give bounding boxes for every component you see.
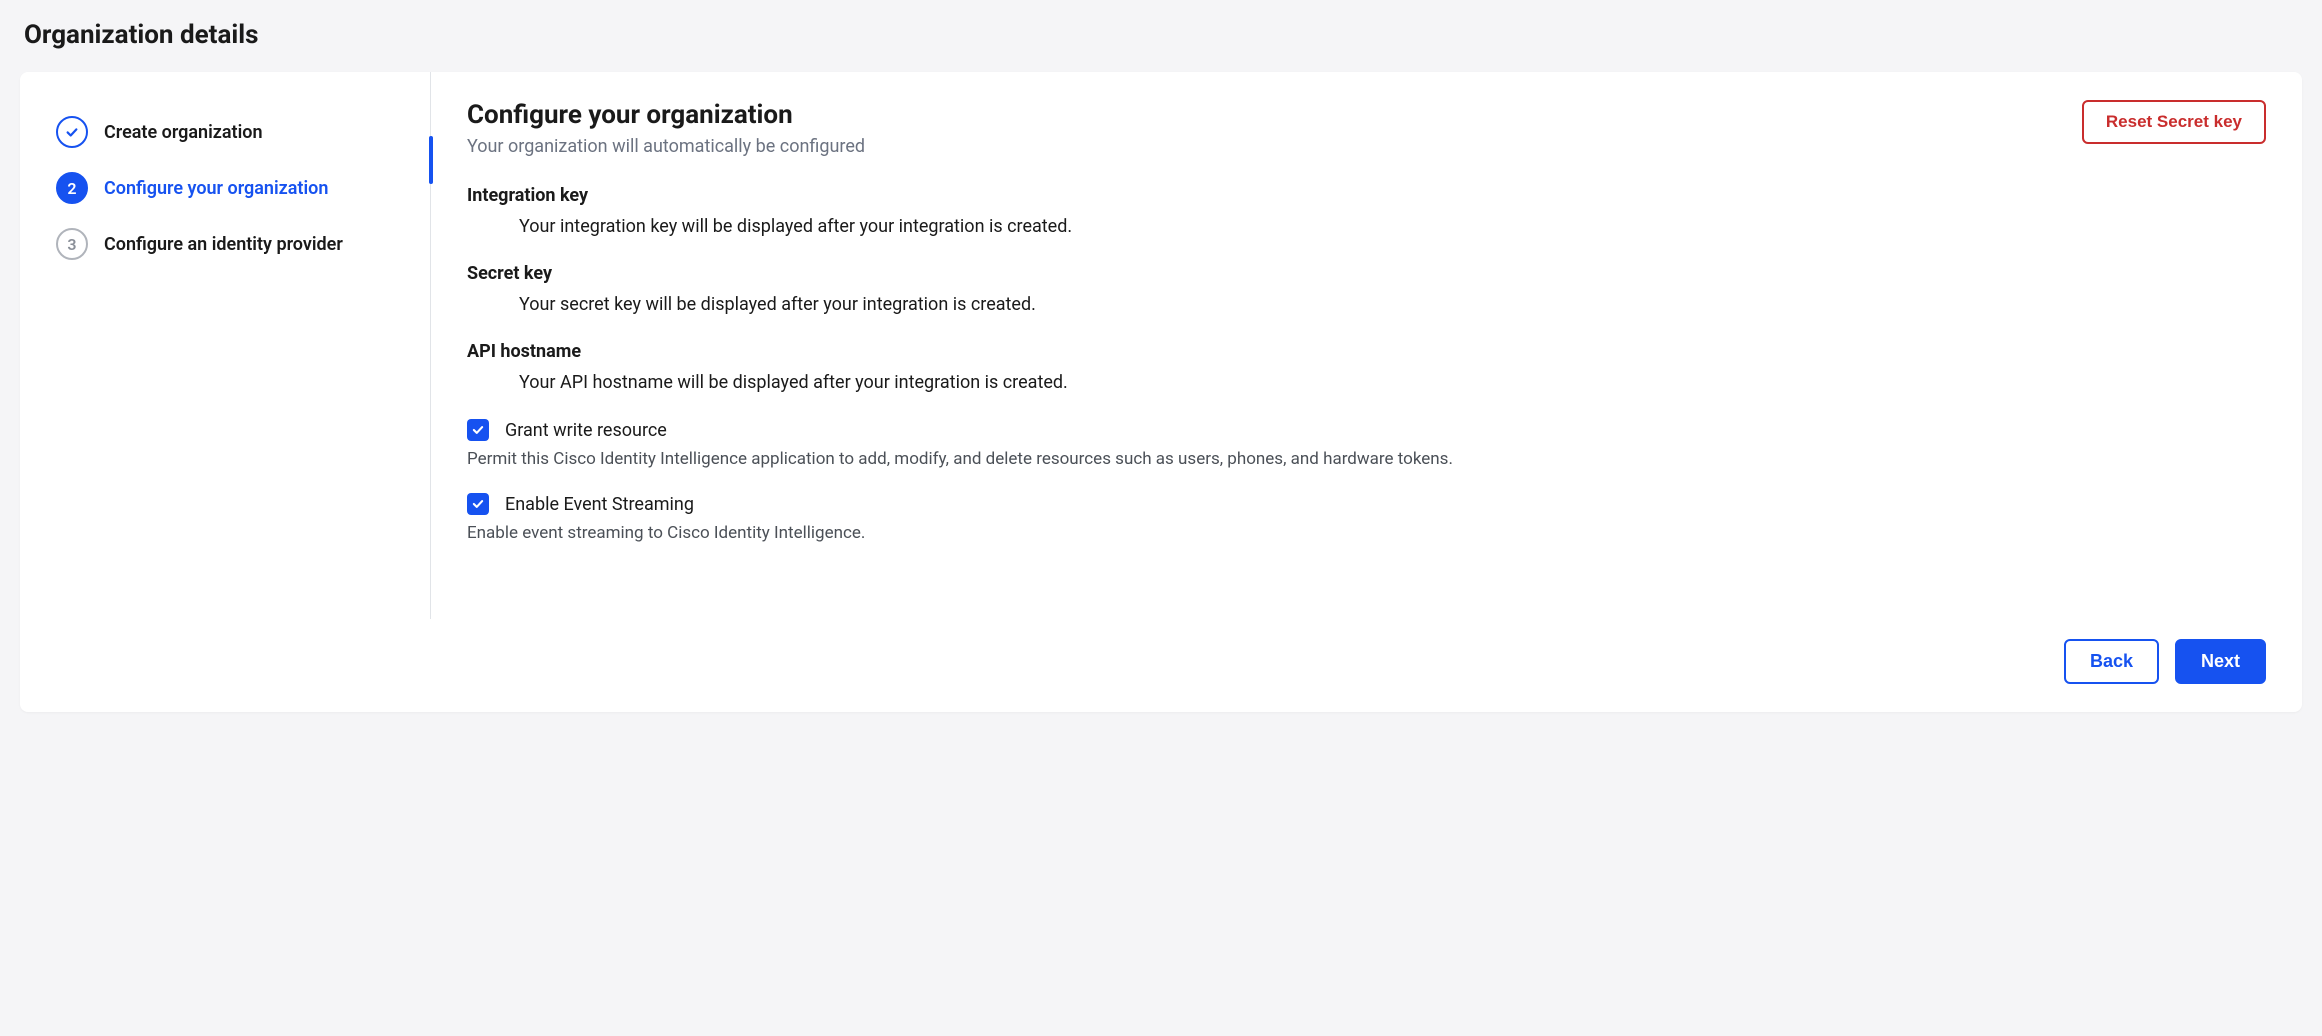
checkbox-grant-write-resource: Grant write resource Permit this Cisco I… [467,419,2266,469]
active-step-indicator [429,136,433,184]
field-integration-key: Integration key Your integration key wil… [467,185,2266,237]
checkbox-row: Grant write resource [467,419,2266,441]
checkbox-label: Enable Event Streaming [505,494,694,515]
card-body: Create organization 2 Configure your org… [20,72,2302,619]
step-label: Configure an identity provider [104,234,343,255]
field-label: Integration key [467,185,2266,206]
checkbox-description: Enable event streaming to Cisco Identity… [467,523,2266,543]
step-label: Configure your organization [104,178,328,199]
page-title: Organization details [20,20,2302,50]
field-label: API hostname [467,341,2266,362]
field-value: Your API hostname will be displayed afte… [467,372,2266,393]
field-secret-key: Secret key Your secret key will be displ… [467,263,2266,315]
main-subtitle: Your organization will automatically be … [467,136,865,157]
checkbox-input[interactable] [467,493,489,515]
step-number-badge: 3 [56,228,88,260]
reset-secret-key-button[interactable]: Reset Secret key [2082,100,2266,144]
step-configure-identity-provider[interactable]: 3 Configure an identity provider [56,216,406,272]
main-title: Configure your organization [467,100,865,130]
step-label: Create organization [104,122,263,143]
wizard-footer: Back Next [20,619,2302,712]
field-label: Secret key [467,263,2266,284]
main-header-text: Configure your organization Your organiz… [467,100,865,157]
checkbox-input[interactable] [467,419,489,441]
checkbox-enable-event-streaming: Enable Event Streaming Enable event stre… [467,493,2266,543]
checkbox-row: Enable Event Streaming [467,493,2266,515]
checkbox-description: Permit this Cisco Identity Intelligence … [467,449,2266,469]
field-value: Your integration key will be displayed a… [467,216,2266,237]
main-panel: Configure your organization Your organiz… [430,72,2302,619]
step-create-organization[interactable]: Create organization [56,104,406,160]
wizard-card: Create organization 2 Configure your org… [20,72,2302,712]
step-configure-organization[interactable]: 2 Configure your organization [56,160,406,216]
back-button[interactable]: Back [2064,639,2159,684]
field-value: Your secret key will be displayed after … [467,294,2266,315]
checkbox-label: Grant write resource [505,420,667,441]
wizard-sidebar: Create organization 2 Configure your org… [20,72,430,619]
step-number-badge: 2 [56,172,88,204]
main-header: Configure your organization Your organiz… [467,100,2266,157]
next-button[interactable]: Next [2175,639,2266,684]
check-icon [56,116,88,148]
field-api-hostname: API hostname Your API hostname will be d… [467,341,2266,393]
